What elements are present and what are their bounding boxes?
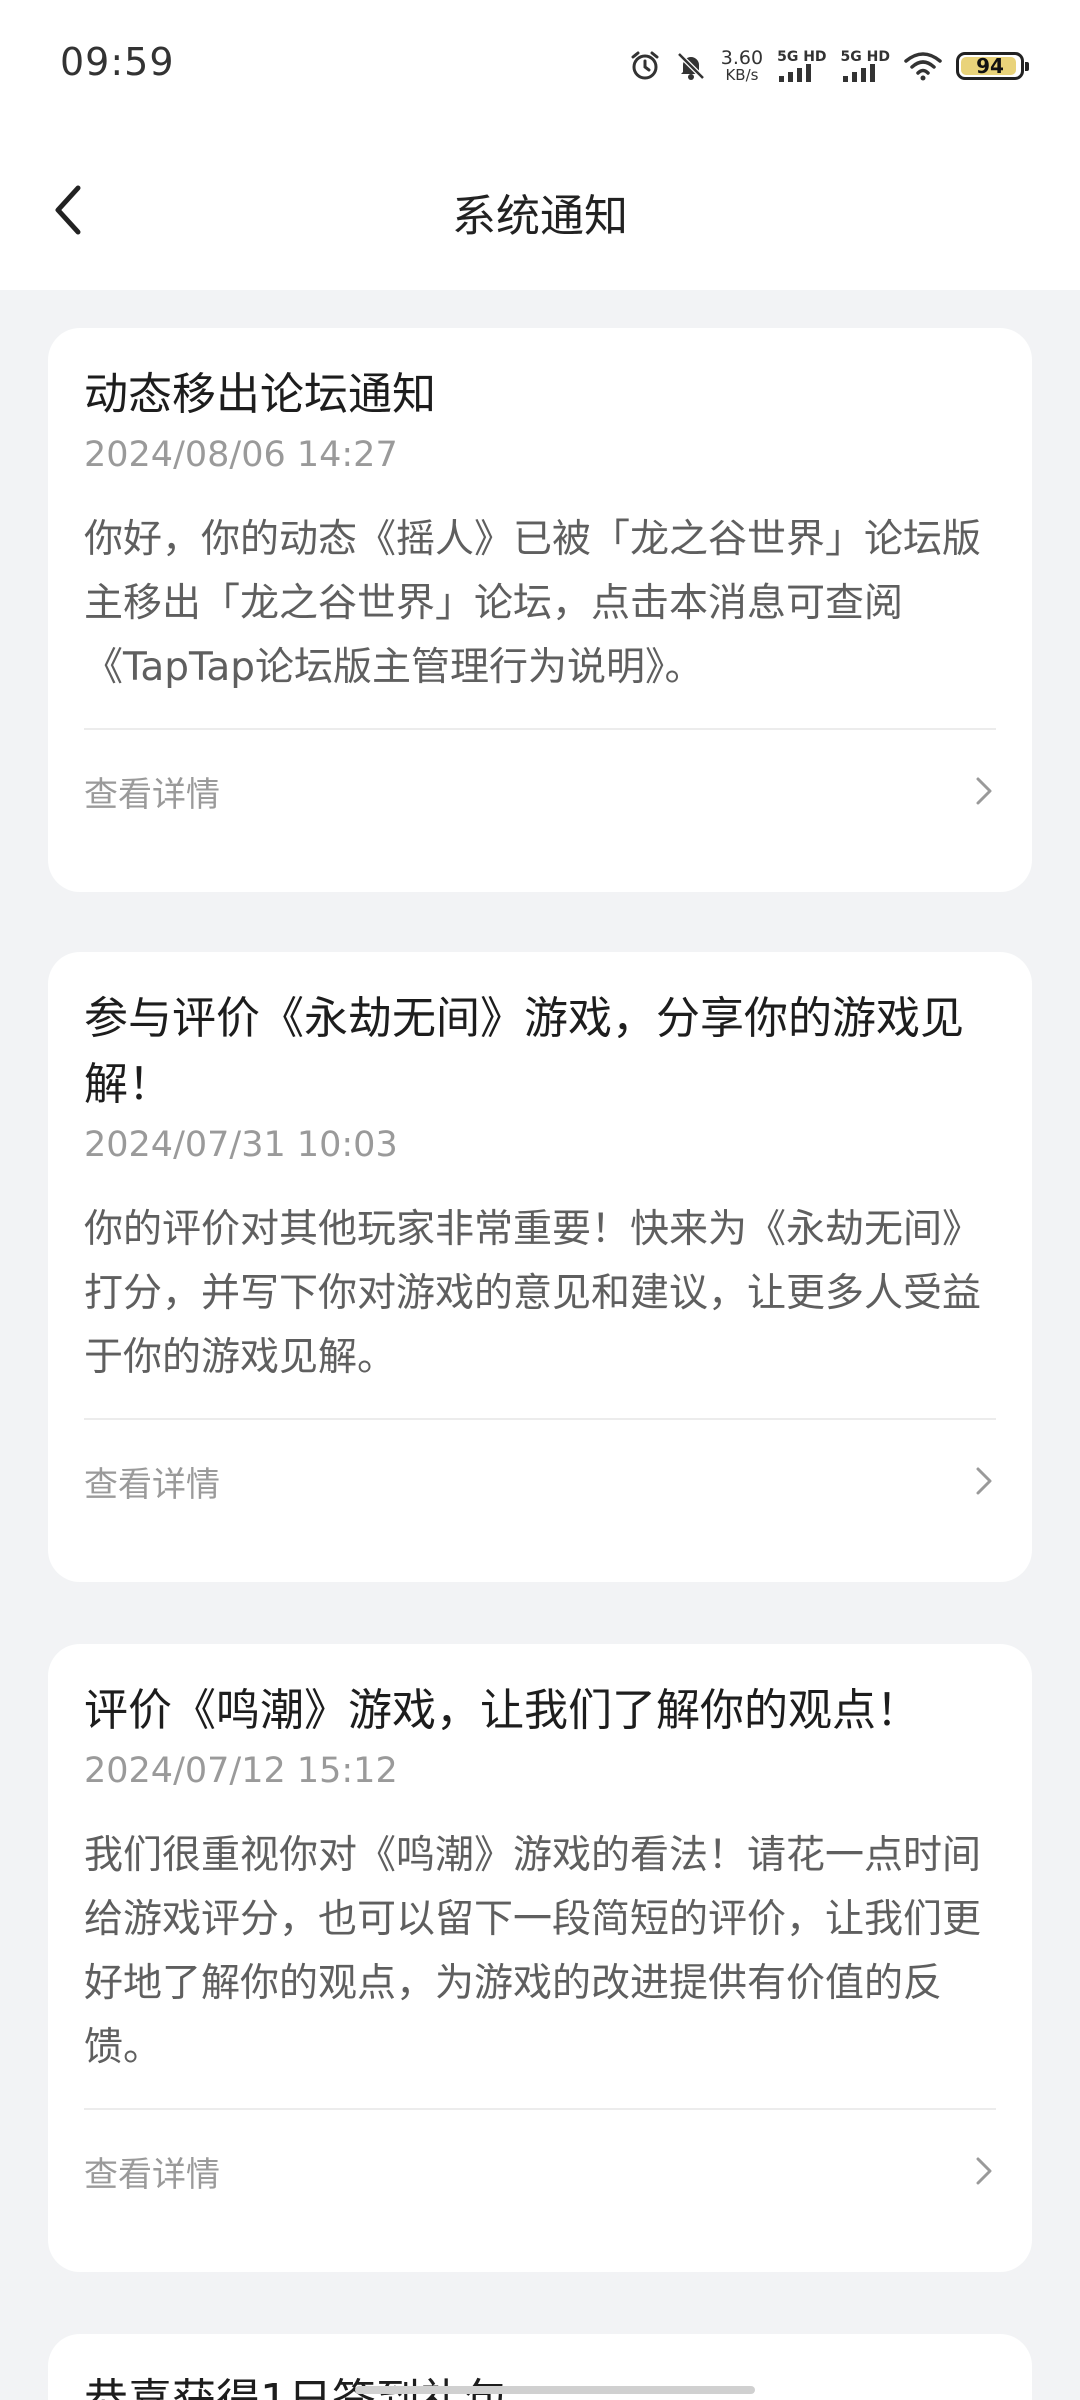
- net-speed-unit: KB/s: [725, 66, 759, 84]
- home-indicator[interactable]: [355, 2386, 755, 2394]
- view-details-row[interactable]: 查看详情: [84, 2110, 996, 2232]
- notification-time: 2024/08/06 14:27: [84, 435, 398, 475]
- status-time: 09:59: [60, 40, 175, 84]
- sim2-label: 5G HD: [840, 49, 890, 65]
- chevron-right-icon: [976, 777, 992, 805]
- notification-body: 我们很重视你对《鸣潮》游戏的看法！请花一点时间给游戏评分，也可以留下一段简短的评…: [84, 1833, 982, 2070]
- chevron-right-icon: [976, 2157, 992, 2185]
- notification-title: 动态移出论坛通知: [84, 369, 436, 420]
- notification-body: 你好，你的动态《摇人》已被「龙之谷世界」论坛版主移出「龙之谷世界」论坛，点击本消…: [84, 517, 982, 690]
- sim1-signal: 5G HD: [777, 49, 827, 82]
- notification-card[interactable]: 参与评价《永劫无间》游戏，分享你的游戏见解！ 2024/07/31 10:03 …: [48, 952, 1032, 1582]
- page-title: 系统通知: [452, 191, 628, 242]
- view-details-row[interactable]: 查看详情: [84, 1420, 996, 1542]
- notification-title: 参与评价《永劫无间》游戏，分享你的游戏见解！: [84, 993, 964, 1110]
- wifi-icon: [904, 51, 942, 81]
- network-speed: 3.60 KB/s: [721, 49, 763, 83]
- view-details-row[interactable]: 查看详情: [84, 730, 996, 852]
- signal-icon: [842, 64, 875, 82]
- notification-time: 2024/07/12 15:12: [84, 1751, 398, 1791]
- notification-body: 你的评价对其他玩家非常重要！快来为《永劫无间》打分，并写下你对游戏的意见和建议，…: [84, 1207, 982, 1380]
- sim2-signal: 5G HD: [841, 50, 890, 82]
- status-bar: 09:59 3.60 KB/s 5G HD 5G HD 94: [0, 0, 1080, 130]
- signal-icon: [779, 64, 812, 82]
- view-details-label: 查看详情: [84, 1464, 220, 1505]
- alarm-icon: [629, 50, 661, 82]
- mute-bell-icon: [675, 50, 707, 82]
- battery-icon: 94: [956, 52, 1029, 80]
- notification-title: 评价《鸣潮》游戏，让我们了解你的观点！: [84, 1685, 920, 1736]
- view-details-label: 查看详情: [84, 774, 220, 815]
- notification-card[interactable]: 动态移出论坛通知 2024/08/06 14:27 你好，你的动态《摇人》已被「…: [48, 328, 1032, 892]
- notification-time: 2024/07/31 10:03: [84, 1125, 398, 1165]
- chevron-right-icon: [976, 1467, 992, 1495]
- header: 系统通知: [0, 130, 1080, 290]
- notification-title: 恭喜获得1日签到礼包: [84, 2368, 996, 2400]
- view-details-label: 查看详情: [84, 2154, 220, 2195]
- battery-level: 94: [976, 54, 1004, 78]
- status-icons: 3.60 KB/s 5G HD 5G HD 94: [629, 44, 1029, 88]
- notification-card[interactable]: 评价《鸣潮》游戏，让我们了解你的观点！ 2024/07/12 15:12 我们很…: [48, 1644, 1032, 2272]
- sim1-label: 5G HD: [777, 49, 827, 65]
